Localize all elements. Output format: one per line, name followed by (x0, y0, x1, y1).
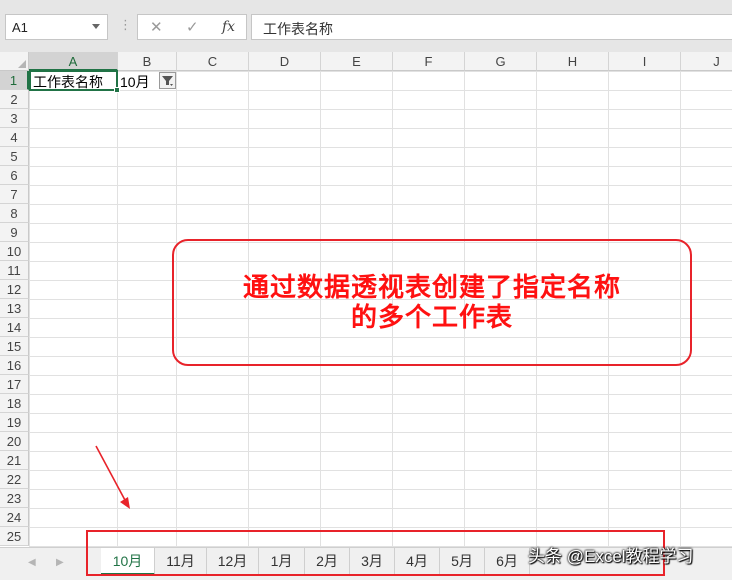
cell-b1[interactable]: 10月 (120, 72, 150, 92)
annotation-arrow-icon (95, 445, 130, 509)
row-header[interactable]: 19 (0, 413, 29, 432)
formula-input[interactable]: 工作表名称 (251, 14, 732, 40)
row-header[interactable]: 13 (0, 299, 29, 318)
column-header-b[interactable]: B (118, 52, 177, 71)
row-header[interactable]: 25 (0, 527, 29, 546)
fill-handle[interactable] (114, 87, 120, 93)
row-header[interactable]: 3 (0, 109, 29, 128)
column-header-d[interactable]: D (249, 52, 321, 71)
column-header-i[interactable]: I (609, 52, 681, 71)
row-header[interactable]: 14 (0, 318, 29, 337)
select-all-triangle-icon (18, 60, 26, 68)
annotation-line-2: 的多个工作表 (350, 303, 513, 333)
row-header[interactable]: 23 (0, 489, 29, 508)
row-header[interactable]: 11 (0, 261, 29, 280)
row-header[interactable]: 20 (0, 432, 29, 451)
column-header-h[interactable]: H (537, 52, 609, 71)
scroll-left-icon[interactable]: ◀ (28, 557, 36, 568)
row-header[interactable]: 1 (0, 71, 29, 90)
scroll-right-icon[interactable]: ▶ (56, 557, 64, 568)
formula-bar: A1 ⋮ ✕ ✓ fx 工作表名称 (0, 0, 732, 52)
row-header[interactable]: 16 (0, 356, 29, 375)
formula-buttons: ✕ ✓ fx (137, 14, 247, 40)
row-header[interactable]: 17 (0, 375, 29, 394)
column-header-c[interactable]: C (177, 52, 249, 71)
filter-dropdown-button[interactable] (159, 72, 176, 89)
row-header[interactable]: 18 (0, 394, 29, 413)
column-header-g[interactable]: G (465, 52, 537, 71)
column-header-a[interactable]: A (29, 52, 118, 71)
row-header[interactable]: 9 (0, 223, 29, 242)
check-icon[interactable]: ✓ (186, 18, 199, 36)
chevron-down-icon[interactable] (92, 24, 100, 29)
column-header-j[interactable]: J (681, 52, 732, 71)
name-box-value: A1 (12, 20, 28, 35)
row-header[interactable]: 21 (0, 451, 29, 470)
column-header-e[interactable]: E (321, 52, 393, 71)
row-header[interactable]: 4 (0, 128, 29, 147)
row-header[interactable]: 15 (0, 337, 29, 356)
row-header[interactable]: 10 (0, 242, 29, 261)
row-header[interactable]: 12 (0, 280, 29, 299)
select-all-button[interactable] (0, 52, 29, 71)
name-box[interactable]: A1 (5, 14, 108, 40)
row-header[interactable]: 24 (0, 508, 29, 527)
drag-handle-icon[interactable]: ⋮ (119, 16, 132, 34)
watermark: 头条 @Excel教程学习 (528, 547, 694, 566)
formula-text: 工作表名称 (263, 21, 333, 37)
row-header[interactable]: 6 (0, 166, 29, 185)
function-icon[interactable]: fx (222, 19, 235, 35)
cancel-icon[interactable]: ✕ (150, 18, 163, 36)
column-header-f[interactable]: F (393, 52, 465, 71)
row-header[interactable]: 5 (0, 147, 29, 166)
filter-icon (162, 76, 173, 86)
annotation-callout: 通过数据透视表创建了指定名称 的多个工作表 (172, 239, 692, 366)
row-header[interactable]: 7 (0, 185, 29, 204)
active-cell-outline (29, 70, 118, 91)
row-header[interactable]: 2 (0, 90, 29, 109)
row-header[interactable]: 8 (0, 204, 29, 223)
annotation-line-1: 通过数据透视表创建了指定名称 (242, 273, 621, 303)
row-header[interactable]: 22 (0, 470, 29, 489)
annotation-text: 通过数据透视表创建了指定名称 的多个工作表 (174, 273, 690, 333)
